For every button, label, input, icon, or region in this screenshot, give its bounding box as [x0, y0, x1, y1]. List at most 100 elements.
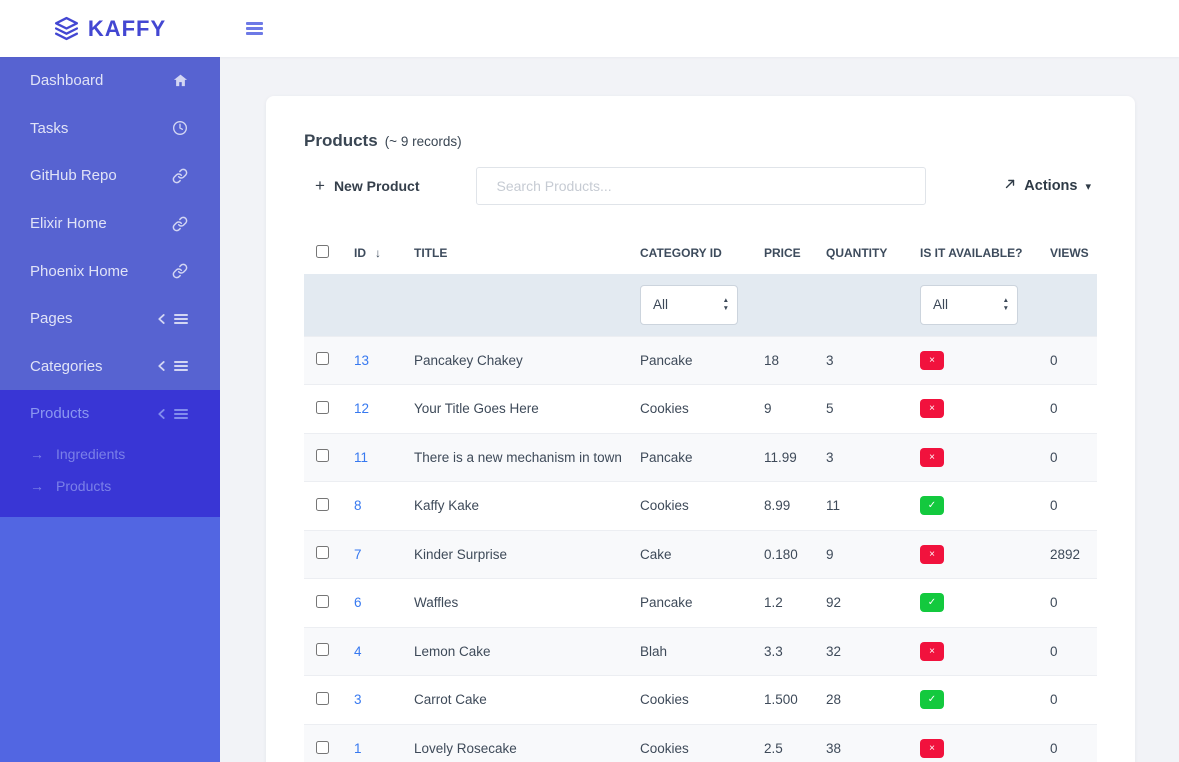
row-checkbox[interactable]	[316, 498, 329, 511]
products-card: Products (~ 9 records) + New Product	[266, 96, 1135, 762]
cell-quantity: 32	[814, 627, 908, 676]
row-id-link[interactable]: 4	[354, 644, 362, 659]
sidebar-item-github-repo[interactable]: GitHub Repo	[0, 152, 220, 200]
row-checkbox[interactable]	[316, 741, 329, 754]
column-header-views[interactable]: VIEWS	[1038, 232, 1097, 274]
arrow-right-icon: →	[30, 446, 43, 462]
column-header-available[interactable]: IS IT AVAILABLE?	[908, 232, 1038, 274]
availability-badge: ×	[920, 642, 944, 661]
hamburger-icon	[246, 22, 263, 24]
table-row: 4Lemon CakeBlah3.332×0	[304, 627, 1097, 676]
row-id-link[interactable]: 1	[354, 741, 362, 756]
cell-price: 0.180	[752, 530, 814, 579]
column-header-title[interactable]: TITLE	[402, 232, 628, 274]
cell-price: 3.3	[752, 627, 814, 676]
main-content: Products (~ 9 records) + New Product	[220, 57, 1179, 762]
cell-title: Pancakey Chakey	[402, 336, 628, 385]
category-filter-select[interactable]: All	[640, 285, 738, 325]
cell-views: 0	[1038, 385, 1097, 434]
cell-quantity: 3	[814, 433, 908, 482]
row-id-link[interactable]: 12	[354, 401, 369, 416]
sidebar-subitem-label: Ingredients	[56, 446, 125, 462]
row-id-link[interactable]: 6	[354, 595, 362, 610]
sort-desc-icon: ↓	[375, 246, 381, 260]
chevron-left-icon	[157, 408, 166, 420]
column-header-category-id[interactable]: CATEGORY ID	[628, 232, 752, 274]
arrow-up-right-icon	[1003, 177, 1017, 195]
select-all-checkbox[interactable]	[316, 245, 329, 258]
brand-logo[interactable]: KAFFY	[0, 16, 220, 42]
cell-quantity: 9	[814, 530, 908, 579]
cell-quantity: 92	[814, 579, 908, 628]
cell-quantity: 11	[814, 482, 908, 531]
sidebar-item-pages[interactable]: Pages	[0, 295, 220, 343]
sidebar-item-dashboard[interactable]: Dashboard	[0, 57, 220, 105]
row-checkbox[interactable]	[316, 401, 329, 414]
cell-price: 18	[752, 336, 814, 385]
cell-category: Pancake	[628, 579, 752, 628]
cell-category: Pancake	[628, 336, 752, 385]
column-header-id[interactable]: ID↓	[342, 232, 402, 274]
x-icon: ×	[929, 452, 935, 463]
sidebar-item-elixir-home[interactable]: Elixir Home	[0, 200, 220, 248]
sidebar-item-tasks[interactable]: Tasks	[0, 105, 220, 153]
sidebar-subitem-ingredients[interactable]: → Ingredients	[0, 438, 220, 470]
availability-badge: ✓	[920, 593, 944, 612]
actions-dropdown-button[interactable]: Actions ▾	[1003, 177, 1091, 195]
cell-price: 8.99	[752, 482, 814, 531]
column-header-price[interactable]: PRICE	[752, 232, 814, 274]
sidebar-item-categories[interactable]: Categories	[0, 343, 220, 391]
cell-quantity: 28	[814, 676, 908, 725]
row-checkbox[interactable]	[316, 595, 329, 608]
row-checkbox[interactable]	[316, 546, 329, 559]
sidebar-item-products[interactable]: Products	[0, 390, 220, 438]
products-table: ID↓ TITLE CATEGORY ID PRICE QUANTITY IS …	[304, 232, 1097, 762]
menu-icon	[174, 313, 188, 325]
cell-views: 0	[1038, 579, 1097, 628]
cell-quantity: 38	[814, 724, 908, 762]
available-filter-select[interactable]: All	[920, 285, 1018, 325]
menu-icon	[174, 408, 188, 420]
new-product-button[interactable]: + New Product	[315, 176, 420, 196]
row-checkbox[interactable]	[316, 352, 329, 365]
cell-price: 1.2	[752, 579, 814, 628]
column-header-quantity[interactable]: QUANTITY	[814, 232, 908, 274]
sidebar-toggle-button[interactable]	[246, 20, 263, 38]
sidebar-menu: Dashboard Tasks GitHub Repo	[0, 57, 220, 517]
chevron-left-icon	[157, 360, 166, 372]
availability-badge: ×	[920, 399, 944, 418]
cell-title: Lovely Rosecake	[402, 724, 628, 762]
cell-title: Carrot Cake	[402, 676, 628, 725]
cell-views: 0	[1038, 724, 1097, 762]
row-id-link[interactable]: 11	[354, 450, 368, 465]
sidebar-item-label: GitHub Repo	[30, 167, 172, 184]
search-input[interactable]	[476, 167, 926, 205]
sidebar-item-label: Tasks	[30, 120, 172, 137]
sidebar-item-label: Dashboard	[30, 72, 173, 89]
availability-badge: ✓	[920, 496, 944, 515]
table-row: 8Kaffy KakeCookies8.9911✓0	[304, 482, 1097, 531]
row-checkbox[interactable]	[316, 643, 329, 656]
link-icon	[172, 263, 188, 279]
check-icon: ✓	[928, 500, 936, 511]
row-id-link[interactable]: 7	[354, 547, 362, 562]
row-id-link[interactable]: 8	[354, 498, 362, 513]
row-id-link[interactable]: 13	[354, 353, 369, 368]
sidebar-item-label: Products	[30, 405, 157, 422]
row-checkbox[interactable]	[316, 692, 329, 705]
row-id-link[interactable]: 3	[354, 692, 362, 707]
row-checkbox[interactable]	[316, 449, 329, 462]
sidebar-subitem-products[interactable]: → Products	[0, 470, 220, 502]
clock-icon	[172, 120, 188, 136]
sidebar-subitem-label: Products	[56, 478, 111, 494]
x-icon: ×	[929, 355, 935, 366]
cell-quantity: 5	[814, 385, 908, 434]
sidebar-item-phoenix-home[interactable]: Phoenix Home	[0, 247, 220, 295]
cell-category: Cake	[628, 530, 752, 579]
x-icon: ×	[929, 646, 935, 657]
check-icon: ✓	[928, 597, 936, 608]
home-icon	[173, 73, 188, 88]
topbar: KAFFY	[0, 0, 1179, 57]
cell-views: 2892	[1038, 530, 1097, 579]
cell-views: 0	[1038, 482, 1097, 531]
